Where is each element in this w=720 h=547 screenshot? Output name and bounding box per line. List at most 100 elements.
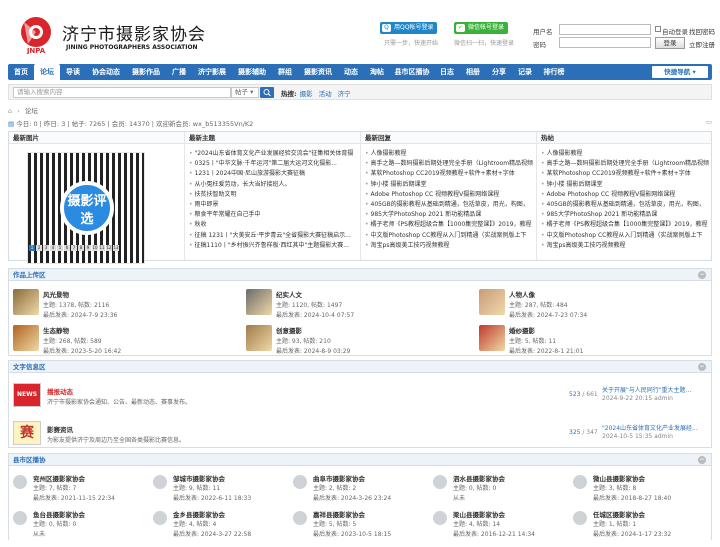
search-button[interactable] [260,87,274,98]
forum-thumbnail[interactable] [13,325,39,351]
forum-name[interactable]: 邹城市摄影家协会 [173,473,225,483]
forum-name[interactable]: 任城区摄影家协会 [593,509,645,519]
register-link[interactable]: 立即注册 [689,39,715,49]
hot-search-link[interactable]: 济宁 [338,90,351,98]
forum-name[interactable]: 梁山县摄影家协会 [453,509,505,519]
site-logo[interactable]: JNPA 济宁市摄影家协会 JINING PHOTOGRAPHERS ASSOC… [16,14,216,58]
news-section-header[interactable]: 文字信息区 − [9,361,711,373]
new-reply-item[interactable]: 高手之路—数码摄影后期处理完全手册（Lightroom精品视频 [365,159,536,169]
forum-name[interactable]: 风光景物 [43,289,69,299]
works-section-header[interactable]: 作品上传区 − [9,269,711,281]
county-forum-item[interactable]: 金乡县摄影家协会 主题: 4, 帖数: 4 最后发表: 2024-3-27 22:5… [149,505,287,547]
hot-search-link[interactable]: 摄影 [300,90,313,98]
new-post-item[interactable]: 1231丨2024中国·尼山旅游摄影大赛征稿 [189,169,360,179]
forum-thumbnail[interactable] [479,289,505,315]
hot-post-item[interactable]: 985大学PhotoShop 2021 新功能精品课 [541,210,711,220]
county-section-header[interactable]: 县市区播协 − [9,454,711,466]
forum-thumbnail[interactable] [479,325,505,351]
slide-dot[interactable]: 9 [85,245,91,251]
forum-name[interactable]: 泗水县摄影家协会 [453,473,505,483]
new-reply-item[interactable]: Adobe Photoshop CC 视频教程V摄影网络课程 [365,190,536,200]
hot-post-item[interactable]: Adobe Photoshop CC 视频教程V摄影网络课程 [541,190,711,200]
new-reply-item[interactable]: 中文版Photoshop CC教程从入门到精通（实战案例版上下 [365,231,536,241]
forum-name[interactable]: 嘉祥县摄影家协会 [313,509,365,519]
slide-dot[interactable]: 12 [106,245,112,251]
forum-name[interactable]: 鱼台县摄影家协会 [33,509,85,519]
nav-item-12[interactable]: 县市区播协 [390,64,434,80]
new-post-item[interactable]: 扶贫扶智助文明 [189,190,360,200]
nav-item-5[interactable]: 广播 [166,64,192,80]
new-post-item[interactable]: "2024山东省体育文化产业发展经验交流会"征集相关体育摄 [189,149,360,159]
hot-search-link[interactable]: 活动 [319,90,332,98]
forum-name[interactable]: 播报动态 [47,386,73,396]
slide-dot[interactable]: 1 [29,245,35,251]
nav-item-3[interactable]: 协会动态 [86,64,126,80]
new-post-item[interactable]: 征稿 1231丨"大美安丘·平步青云"全省摄影大赛征稿启示... [189,231,360,241]
new-reply-item[interactable]: 985大学PhotoShop 2021 新功能精品课 [365,210,536,220]
password-input[interactable] [559,37,651,48]
forum-name[interactable]: 金乡县摄影家协会 [173,509,225,519]
hot-post-item[interactable]: 中文版Photoshop CC教程从入门到精通（实战案例版上下 [541,231,711,241]
hot-post-item[interactable]: 橘子老师《PS教程超级合集【1000集完整课】》2019，教程 [541,220,711,230]
slide-dot[interactable]: 10 [92,245,98,251]
search-input[interactable]: 请输入搜索内容 [13,87,231,98]
wechat-login-button[interactable]: ✓ 微信帐号登录 [454,22,509,34]
county-forum-item[interactable]: 嘉祥县摄影家协会 主题: 5, 帖数: 5 最后发表: 2023-10-5 18:1… [289,505,427,547]
new-reply-item[interactable]: 405GB的摄影教程从基础到精通，包括草皮，用光，构图， [365,200,536,210]
forum-thumbnail[interactable] [246,325,272,351]
search-type-select[interactable]: 帖子 ▾ [231,87,259,98]
forum-icon[interactable]: 赛 [13,421,41,445]
forgot-password-link[interactable]: 找回密码 [689,26,715,36]
nav-item-13[interactable]: 日志 [434,64,460,80]
qq-login-button[interactable]: Q 用QQ帐号登录 [380,22,438,34]
county-forum-item[interactable]: 梁山县摄影家协会 主题: 4, 帖数: 14 最后发表: 2016-12-21 14… [429,505,567,547]
last-post-title[interactable]: 关于开展"与人民同行"重大主题... [602,385,691,394]
nav-item-17[interactable]: 排行榜 [538,64,570,80]
slide-dot[interactable]: 8 [78,245,84,251]
new-reply-item[interactable]: 人像摄影教程 [365,149,536,159]
collapse-toggle-icon[interactable]: − [698,456,706,464]
collapse-icon[interactable]: ▭ [706,118,712,126]
new-reply-item[interactable]: 某软Photoshop CC2019视频教程+软件+素材+字体 [365,169,536,179]
nav-item-1[interactable]: 论坛 [34,64,60,80]
forum-thumbnail[interactable] [13,289,39,315]
forum-name[interactable]: 婚纱摄影 [509,325,535,335]
forum-name[interactable]: 纪实人文 [276,289,302,299]
hot-post-item[interactable]: 高手之路—数码摄影后期处理完全手册（Lightroom精品视频 [541,159,711,169]
nav-item-14[interactable]: 相册 [460,64,486,80]
slide-dot[interactable]: 3 [43,245,49,251]
new-post-item[interactable]: 粮食平年常耀在自己手中 [189,210,360,220]
new-post-item[interactable]: 从小冤枉爱劳动，长大当好接班人。 [189,180,360,190]
nav-item-7[interactable]: 摄影辅助 [232,64,272,80]
nav-item-9[interactable]: 摄影资讯 [298,64,338,80]
nav-item-4[interactable]: 摄影作品 [126,64,166,80]
slide-dot[interactable]: 4 [50,245,56,251]
new-post-item[interactable]: 秋收 [189,220,360,230]
slide-dot[interactable]: 5 [57,245,63,251]
quick-nav-button[interactable]: 快捷导航 ▾ [652,66,708,78]
forum-thumbnail[interactable] [246,289,272,315]
forum-name[interactable]: 微山县摄影家协会 [593,473,645,483]
county-forum-item[interactable]: 鱼台县摄影家协会 主题: 0, 帖数: 0 从未 [9,505,147,547]
nav-item-15[interactable]: 分享 [486,64,512,80]
forum-name[interactable]: 影赛资讯 [47,424,73,434]
forum-name[interactable]: 创意摄影 [276,325,302,335]
hot-post-item[interactable]: 钟小楼 摄影后期课堂 [541,180,711,190]
forum-item[interactable]: 创意摄影 主题: 93, 帖数: 210 最后发表: 2024-8-9 03:29 [242,321,472,363]
nav-item-16[interactable]: 记录 [512,64,538,80]
forum-item[interactable]: 生态静物 主题: 268, 帖数: 589 最后发表: 2023-5-20 16:4… [9,321,239,363]
username-input[interactable] [559,24,651,35]
new-post-item[interactable]: 雨中即景 [189,200,360,210]
nav-item-2[interactable]: 导读 [60,64,86,80]
nav-item-8[interactable]: 群组 [272,64,298,80]
nav-item-6[interactable]: 济宁影展 [192,64,232,80]
hot-post-item[interactable]: 淘宝ps高级美工技巧视频教程 [541,241,711,251]
new-post-item[interactable]: 征稿1110丨"乡村振兴齐鲁样板·西红其中"主题摄影大赛... [189,241,360,251]
county-forum-item[interactable]: 任城区摄影家协会 主题: 1, 帖数: 1 最后发表: 2024-1-17 23:3… [569,505,707,547]
home-icon[interactable]: ⌂ [8,107,12,115]
new-reply-item[interactable]: 钟小楼 摄影后期课堂 [365,180,536,190]
slide-dot[interactable]: 13 [113,245,119,251]
new-post-item[interactable]: 0325丨"中华文脉·千年运河"第二届大运河文化摄影... [189,159,360,169]
auto-login-checkbox[interactable] [655,26,661,32]
nav-item-10[interactable]: 动态 [338,64,364,80]
